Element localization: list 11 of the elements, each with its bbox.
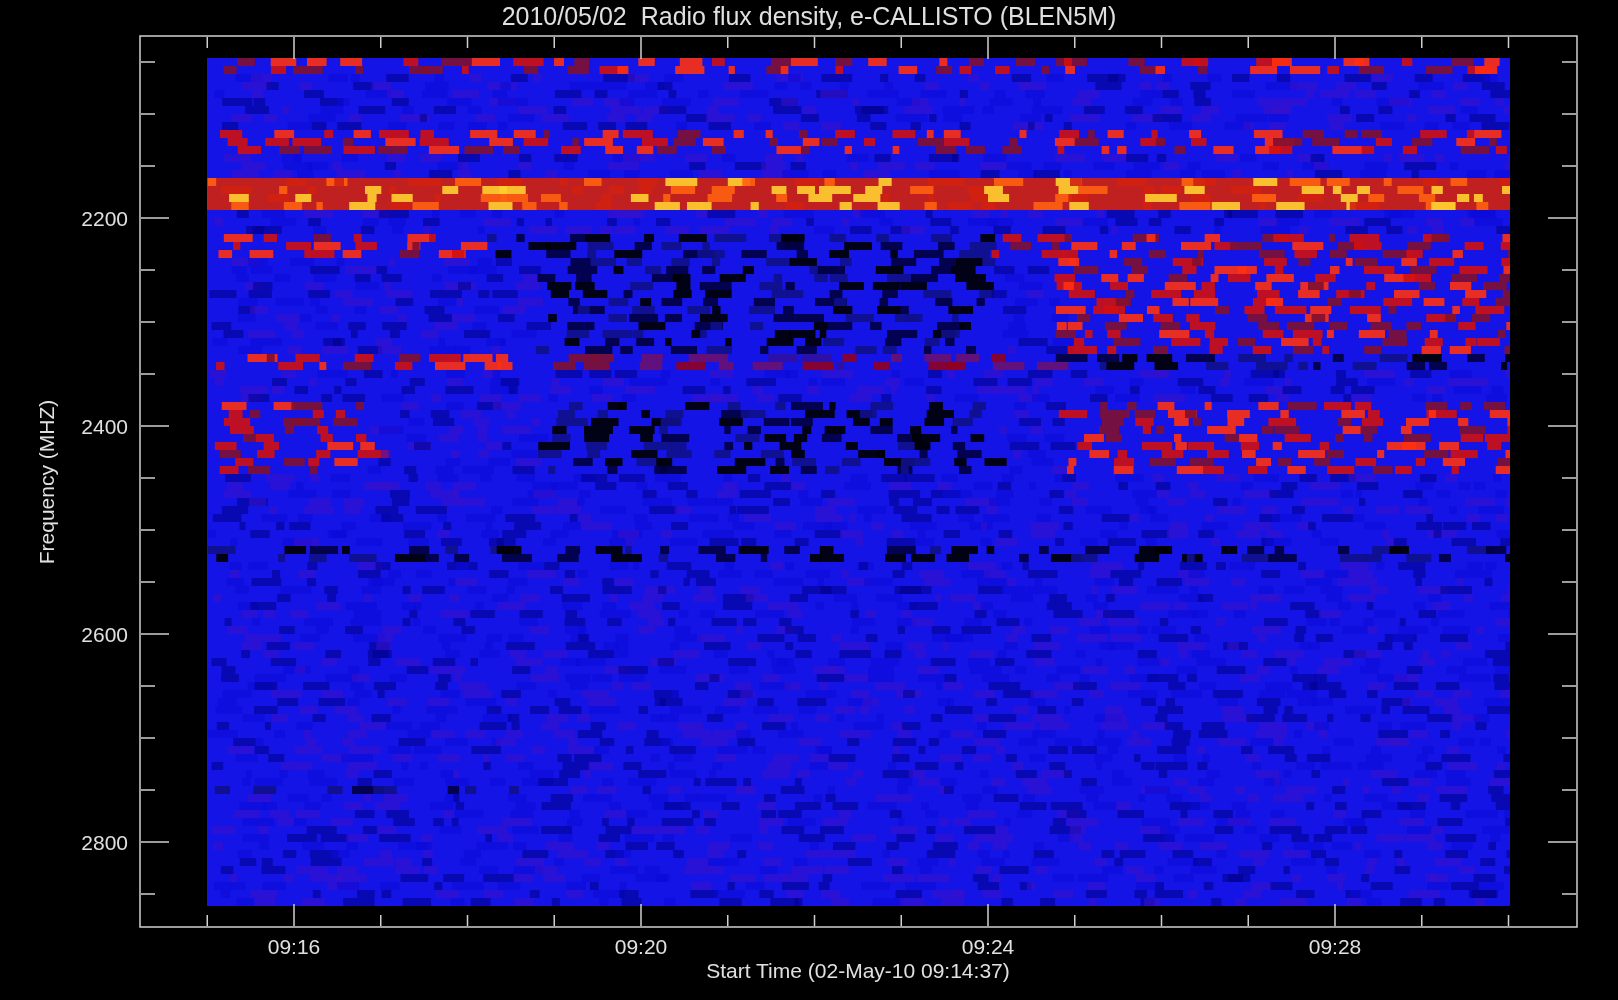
- axis-label: 09:16: [267, 935, 321, 958]
- axis-label: 09:24: [961, 935, 1015, 958]
- axis-label: 2800: [81, 831, 128, 854]
- x-axis-title: Start Time (02-May-10 09:14:37): [706, 959, 1010, 982]
- axis-label: 2200: [81, 207, 128, 230]
- axis-label: 09:28: [1308, 935, 1362, 958]
- axis-label: 09:20: [614, 935, 668, 958]
- chart-title: 2010/05/02 Radio flux density, e-CALLISTO (BLEN5M): [501, 2, 1117, 30]
- axis-label: 2600: [81, 623, 128, 646]
- axis-label: 2400: [81, 415, 128, 438]
- y-axis-title: Frequency (MHZ): [35, 399, 58, 565]
